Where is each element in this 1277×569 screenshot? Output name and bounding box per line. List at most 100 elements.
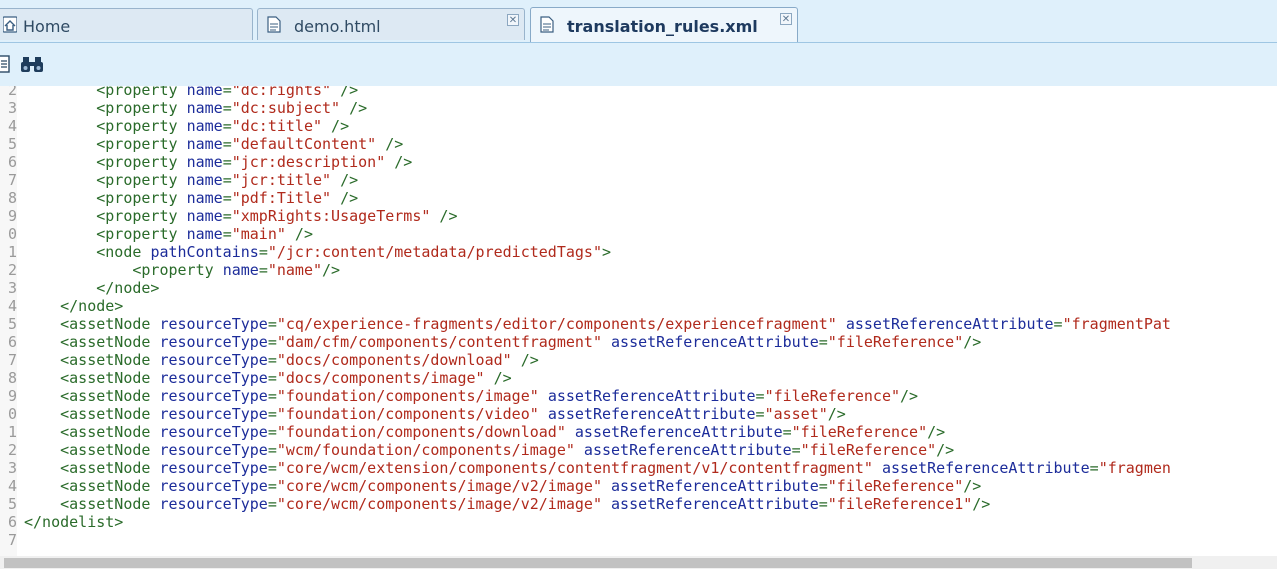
xml-tag-token: /> [430,207,458,225]
xml-tag-token: = [222,207,232,225]
line-text: <assetNode resourceType="core/wcm/extens… [24,459,1171,477]
code-line: 1 <assetNode resourceType="foundation/co… [0,423,945,441]
xml-tag-token [602,495,611,513]
binoculars-icon[interactable] [21,55,43,73]
code-line: 4 <assetNode resourceType="core/wcm/comp… [0,477,981,495]
line-text: <assetNode resourceType="core/wcm/compon… [24,477,981,495]
code-line: 5 <assetNode resourceType="core/wcm/comp… [0,495,990,513]
xml-val-token: "foundation/components/image" [276,387,539,405]
xml-val-token: "fileReference" [827,477,964,495]
xml-attr-token: assetReferenceAttribute [611,495,819,513]
code-line: 5 <property name="defaultContent" /> [0,135,403,153]
line-number: 2 [7,261,17,279]
scrollbar-thumb[interactable] [4,558,1192,568]
tab-demo-html[interactable]: demo.html ✕ [257,8,525,40]
line-text: <node pathContains="/jcr:content/metadat… [24,243,611,261]
xml-attr-token: resourceType [159,477,268,495]
xml-val-token: "foundation/components/video" [276,405,539,423]
horizontal-scrollbar[interactable] [0,556,1277,569]
line-text: <assetNode resourceType="docs/components… [24,369,512,387]
close-icon[interactable]: ✕ [507,14,519,26]
xml-tag-token [602,333,611,351]
xml-tag-token: = [222,189,232,207]
line-number: 7 [7,531,17,549]
xml-tag-token: <property [96,171,187,189]
line-number: 4 [7,477,17,495]
code-line: 6 </nodelist> [0,513,123,531]
code-line: 6 <assetNode resourceType="dam/cfm/compo… [0,333,981,351]
xml-tag-token [575,441,584,459]
xml-val-token: "main" [231,225,286,243]
xml-tag-token: <assetNode [60,333,160,351]
xml-attr-token: name [186,153,223,171]
line-text: <assetNode resourceType="docs/components… [24,351,539,369]
xml-tag-token: /> [900,387,919,405]
line-number: 9 [7,387,17,405]
xml-tag-token: = [222,153,232,171]
xml-tag-token: <assetNode [60,315,160,333]
code-line: 9 <property name="xmpRights:UsageTerms" … [0,207,458,225]
code-lines: 2 <property name="dc:rights" /> 3 <proper… [0,86,1171,549]
code-line: 2 <assetNode resourceType="wcm/foundatio… [0,441,954,459]
xml-val-token: "dc:rights" [231,86,332,99]
code-line: 8 <property name="pdf:Title" /> [0,189,358,207]
code-line: 0 <property name="main" /> [0,225,313,243]
line-text: <property name="dc:title" /> [24,117,349,135]
code-editor[interactable]: 2 <property name="dc:rights" /> 3 <proper… [0,86,1277,556]
line-number: 6 [7,333,17,351]
line-number: 7 [7,351,17,369]
xml-tag-token: <property [96,86,187,99]
xml-val-token: "core/wcm/extension/components/contentfr… [276,459,873,477]
line-text: </node> [24,297,123,315]
xml-attr-token: resourceType [159,459,268,477]
xml-attr-token: resourceType [159,495,268,513]
xml-tag-token: <property [96,135,187,153]
line-number: 0 [7,405,17,423]
document-icon [267,16,281,33]
xml-tag-token: <property [96,225,187,243]
xml-tag-token: /> [972,495,991,513]
xml-tag-token: = [1053,315,1063,333]
xml-tag-token: <property [96,117,187,135]
line-text: </nodelist> [24,513,123,531]
xml-attr-token: assetReferenceAttribute [547,387,756,405]
xml-tag-token [539,405,548,423]
xml-attr-token: pathContains [150,243,259,261]
line-text: <assetNode resourceType="foundation/comp… [24,423,945,441]
code-line: 3 </node> [0,279,160,297]
xml-attr-token: name [186,225,223,243]
line-text: <property name="defaultContent" /> [24,135,403,153]
xml-tag-token: <property [132,261,223,279]
line-number: 5 [7,315,17,333]
xml-attr-token: name [186,99,223,117]
xml-tag-token: <property [96,153,187,171]
xml-attr-token: assetReferenceAttribute [845,315,1054,333]
line-number: 6 [7,153,17,171]
xml-tag-token: <assetNode [60,459,160,477]
line-text: <property name="jcr:title" /> [24,171,358,189]
xml-tag-token: = [755,405,765,423]
xml-tag-token: = [267,423,277,441]
close-icon[interactable]: ✕ [780,13,792,25]
xml-tag-token: = [222,86,232,99]
xml-attr-token: assetReferenceAttribute [583,441,792,459]
line-number: 8 [7,189,17,207]
xml-val-token: "foundation/components/download" [276,423,566,441]
xml-tag-token: /> [322,261,341,279]
xml-tag-token: = [791,441,801,459]
code-line: 7 <assetNode resourceType="docs/componen… [0,351,539,369]
xml-val-token: "jcr:title" [231,171,332,189]
xml-tag-token: = [267,405,277,423]
line-text: <property name="jcr:description" /> [24,153,412,171]
xml-attr-token: resourceType [159,333,268,351]
tab-label: demo.html [294,17,381,36]
xml-tag-token: </node> [96,279,160,297]
line-number: 6 [7,513,17,531]
tab-home[interactable]: Home [0,8,253,40]
xml-val-token: "fileReference" [800,441,937,459]
tab-translation-rules-xml[interactable]: translation_rules.xml ✕ [530,7,798,42]
xml-val-token: "wcm/foundation/components/image" [276,441,575,459]
xml-tag-token: </node> [60,297,124,315]
page-icon[interactable] [0,55,10,73]
line-number: 3 [7,99,17,117]
